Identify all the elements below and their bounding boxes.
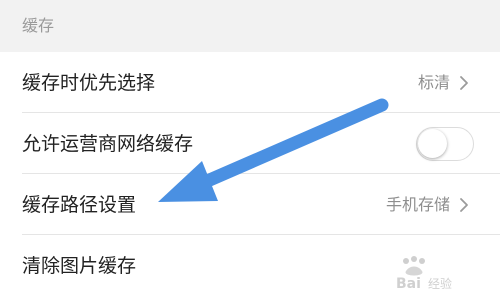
setting-label: 允许运营商网络缓存 <box>22 132 194 155</box>
setting-label: 缓存时优先选择 <box>22 71 156 94</box>
chevron-right-icon <box>460 197 468 212</box>
chevron-right-icon <box>460 75 468 90</box>
setting-value: 标清 <box>417 72 450 92</box>
svg-text:经验: 经验 <box>428 276 452 291</box>
section-title: 缓存 <box>22 16 55 35</box>
toggle-knob <box>418 128 447 158</box>
setting-row-cache-path[interactable]: 缓存路径设置 手机存储 <box>0 174 500 235</box>
section-header: 缓存 <box>0 0 500 52</box>
svg-text:Bai: Bai <box>396 276 421 292</box>
setting-row-carrier-network-cache[interactable]: 允许运营商网络缓存 <box>0 113 500 174</box>
setting-value: 手机存储 <box>385 194 450 214</box>
baidu-watermark-logo: Bai 经验 <box>396 256 452 292</box>
setting-row-cache-priority[interactable]: 缓存时优先选择 标清 <box>0 52 500 113</box>
setting-label: 清除图片缓存 <box>22 254 137 277</box>
setting-label: 缓存路径设置 <box>22 193 137 216</box>
carrier-cache-toggle[interactable] <box>416 126 474 161</box>
